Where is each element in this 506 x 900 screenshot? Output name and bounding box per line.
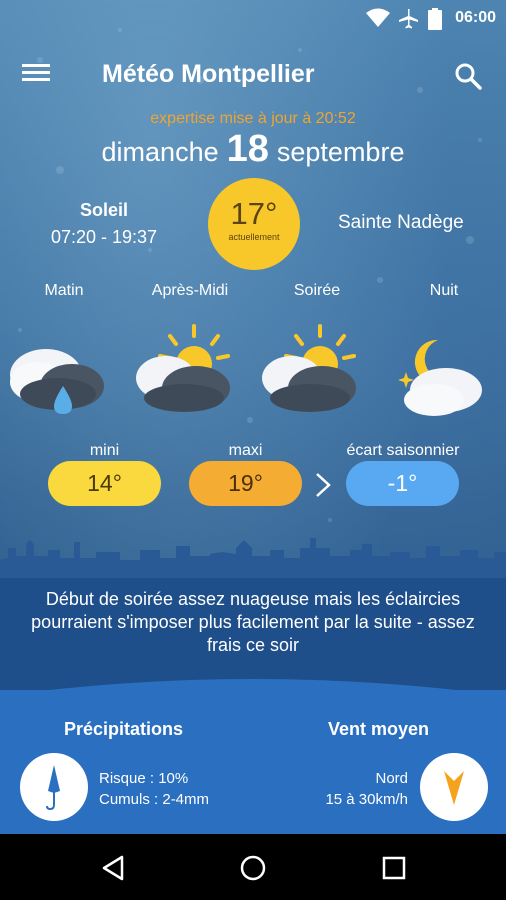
app-bar: Météo Montpellier <box>0 48 506 104</box>
maxi-temperature: 19° <box>189 461 302 506</box>
maxi-label: maxi <box>228 442 263 459</box>
wind-direction: Nord <box>375 770 408 787</box>
back-icon[interactable] <box>98 852 130 884</box>
saint-of-the-day: Sainte Nadège <box>338 212 464 233</box>
battery-icon <box>428 8 442 30</box>
precipitation-risk: Risque : 10% <box>99 770 189 787</box>
hamburger-menu-icon[interactable] <box>22 60 58 90</box>
sun-label: Soleil <box>79 200 128 220</box>
wind-speed: 15 à 30km/h <box>325 791 408 808</box>
precipitations-info: Risque : 10% Cumuls : 2-4mm <box>99 768 209 810</box>
day-number: 18 <box>226 128 269 170</box>
current-temperature: 17° <box>230 196 278 231</box>
status-time: 06:00 <box>455 9 496 26</box>
closed-umbrella-icon <box>20 753 88 821</box>
current-temperature-badge: 17° actuellement <box>208 178 300 270</box>
system-nav-bar <box>0 834 506 900</box>
cloud-rain-drop-icon <box>10 349 104 414</box>
period-label-matin: Matin <box>44 282 84 299</box>
period-label-nuit: Nuit <box>429 282 459 299</box>
forecast-text: Début de soirée assez nuageuse mais les … <box>31 589 475 655</box>
search-icon[interactable] <box>454 62 482 90</box>
update-timestamp: expertise mise à jour à 20:52 <box>150 110 356 127</box>
sun-behind-dark-clouds-icon <box>136 324 230 412</box>
weekday: dimanche <box>101 137 219 167</box>
precipitations-title: Précipitations <box>64 719 184 739</box>
wifi-icon <box>366 8 390 27</box>
current-caption: actuellement <box>228 232 280 242</box>
app-title: Météo Montpellier <box>102 60 315 88</box>
mini-label: mini <box>89 442 120 459</box>
sun-times: Soleil 07:20 - 19:37 <box>44 200 164 248</box>
precipitation-cumuls: Cumuls : 2-4mm <box>99 791 210 808</box>
wind-title: Vent moyen <box>328 719 430 739</box>
home-icon[interactable] <box>237 852 269 884</box>
moon-with-clouds-icon <box>398 339 482 416</box>
ecart-label: écart saisonnier <box>346 442 460 459</box>
sun-hours: 07:20 - 19:37 <box>50 227 158 247</box>
period-label-apres-midi: Après-Midi <box>151 282 229 299</box>
airplane-mode-icon <box>399 9 418 29</box>
chevron-right-icon <box>316 473 331 497</box>
sun-behind-dark-clouds-icon <box>262 324 356 412</box>
recents-icon[interactable] <box>378 852 410 884</box>
wind-direction-arrow-icon <box>420 753 488 821</box>
date-display: dimanche 18 septembre <box>0 128 506 171</box>
seasonal-gap: -1° <box>346 461 459 506</box>
period-label-soiree: Soirée <box>293 282 341 299</box>
month: septembre <box>276 137 405 167</box>
wind-info: Nord 15 à 30km/h <box>325 768 408 810</box>
status-bar: 06:00 <box>0 0 506 36</box>
mini-temperature: 14° <box>48 461 161 506</box>
